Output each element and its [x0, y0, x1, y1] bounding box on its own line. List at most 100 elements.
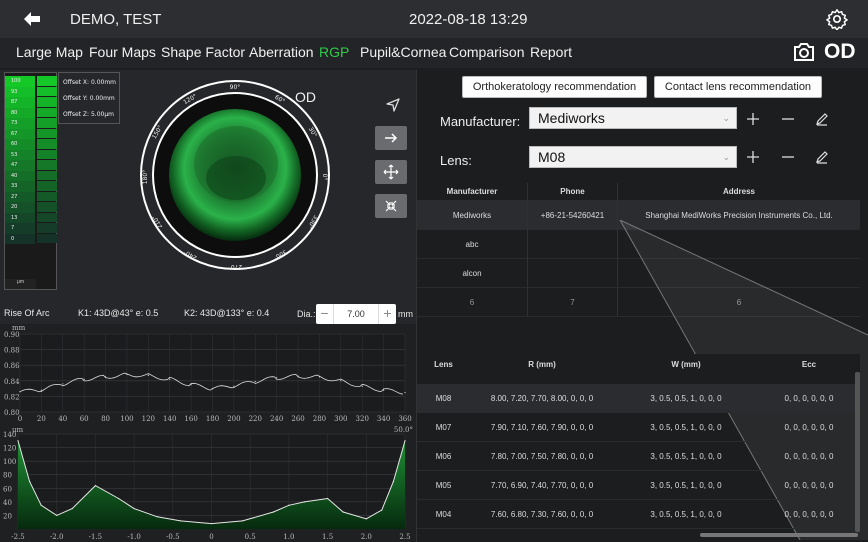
navigate-icon[interactable]	[385, 97, 401, 113]
column-header: Manufacturer	[417, 183, 528, 201]
x-tick-label: 320	[356, 415, 369, 423]
diameter-value[interactable]: 7.00	[336, 309, 376, 319]
camera-icon[interactable]	[792, 41, 816, 63]
add-manufacturer-icon[interactable]	[745, 111, 761, 127]
tab-rgp[interactable]: RGP	[319, 44, 349, 60]
add-lens-icon[interactable]	[745, 149, 761, 165]
scale-swatch	[37, 233, 57, 243]
manufacturer-select[interactable]: Mediworks ⌄	[529, 107, 737, 129]
edit-manufacturer-icon[interactable]	[814, 111, 830, 127]
data-point	[83, 378, 85, 380]
table-row[interactable]: M04 7.60, 6.80, 7.30, 7.60, 0, 0, 0 3, 0.5…	[417, 500, 860, 529]
back-arrow-icon[interactable]	[22, 9, 42, 29]
scale-swatch	[37, 149, 57, 159]
column-header: Address	[722, 187, 755, 196]
table-row[interactable]: M08 8.00, 7.20, 7.70, 8.00, 0, 0, 0 3, 0.5…	[417, 384, 860, 413]
table-cell: 0, 0, 0, 0, 0, 0	[784, 510, 834, 519]
increase-button[interactable]: +	[378, 304, 396, 324]
data-point	[210, 522, 213, 525]
tab-aberration[interactable]: Aberration	[249, 44, 314, 60]
move-button[interactable]	[375, 160, 407, 184]
diameter-stepper[interactable]: − 7.00 +	[316, 304, 396, 324]
table-cell: Mediworks	[417, 201, 528, 230]
table-cell: 7.80, 7.00, 7.50, 7.80, 0, 0, 0	[490, 452, 594, 461]
fluorescein-map[interactable]: 90°60°30°0°330°300°270°240°210°180°150°1…	[138, 78, 333, 273]
tab-pupil-cornea[interactable]: Pupil&Cornea	[360, 44, 446, 60]
scale-swatch	[37, 128, 57, 138]
data-point	[40, 389, 42, 391]
data-point	[118, 497, 120, 500]
data-point	[342, 511, 344, 513]
ortho-recommendation-button[interactable]: Orthokeratology recommendation	[462, 76, 647, 98]
tab-shape-factor[interactable]: Shape Factor	[161, 44, 245, 60]
scale-swatch	[37, 191, 57, 201]
tab-report[interactable]: Report	[530, 44, 572, 60]
exam-datetime: 2022-08-18 13:29	[409, 11, 528, 28]
data-point	[62, 383, 64, 385]
data-point	[365, 518, 367, 520]
data-point	[392, 480, 394, 483]
table-cell: 3, 0.5, 0.5, 1, 0, 0, 0	[650, 452, 722, 461]
x-tick-label: -2.5	[11, 533, 25, 541]
scale-swatch	[37, 97, 57, 107]
x-tick-label: 340	[377, 415, 390, 423]
table-cell: M05	[435, 481, 452, 490]
profile-charts: 0.900.880.860.840.820.800 20 40 60 80 100 120 1…	[0, 324, 416, 542]
x-tick-label: 0.5	[245, 533, 256, 541]
scale-swatch	[37, 160, 57, 170]
table-row[interactable]: M06 7.80, 7.00, 7.50, 7.80, 0, 0, 0 3, 0.5…	[417, 442, 860, 471]
table-cell: 7.70, 6.90, 7.40, 7.70, 0, 0, 0	[490, 481, 594, 490]
column-header: Lens	[434, 360, 453, 369]
scale-value: 33	[5, 181, 35, 192]
horizontal-scrollbar[interactable]	[700, 533, 858, 537]
data-point	[211, 388, 214, 390]
lens-label: Lens:	[440, 153, 472, 168]
table-row[interactable]: M05 7.70, 6.90, 7.40, 7.70, 0, 0, 0 3, 0.5…	[417, 471, 860, 500]
remove-lens-icon[interactable]	[780, 149, 796, 165]
x-tick-label: 200	[227, 415, 240, 423]
x-tick-label: -0.5	[166, 533, 180, 541]
arrow-right-button[interactable]	[375, 126, 407, 150]
data-point	[272, 511, 275, 513]
scale-swatch	[37, 76, 57, 86]
contact-lens-recommendation-button[interactable]: Contact lens recommendation	[654, 76, 822, 98]
data-point	[254, 380, 256, 383]
y-tick-label: 0.84	[4, 378, 20, 386]
column-header: Ecc	[801, 360, 817, 369]
scale-swatch	[37, 118, 57, 128]
tab-comparison[interactable]: Comparison	[449, 44, 524, 60]
scale-value: 73	[5, 118, 35, 129]
edit-lens-icon[interactable]	[814, 149, 830, 165]
scale-value: 13	[5, 212, 35, 223]
y-tick-label: 60	[3, 485, 12, 493]
data-point	[71, 508, 73, 510]
shrink-button[interactable]	[375, 194, 407, 218]
x-tick-label: 120	[142, 415, 155, 423]
table-cell: 6	[417, 288, 528, 317]
y-axis-unit: μm	[12, 426, 24, 434]
x-tick-label: 160	[184, 415, 197, 423]
remove-manufacturer-icon[interactable]	[780, 111, 796, 127]
offset-y: Offset Y: 0.00mm	[63, 95, 115, 102]
tab-large-map[interactable]: Large Map	[16, 44, 83, 60]
data-point	[17, 440, 19, 442]
data-point	[233, 385, 235, 387]
x-tick-label: -1.0	[127, 533, 141, 541]
gear-icon[interactable]	[826, 8, 848, 30]
scale-unit: μm	[5, 279, 36, 289]
move-icon	[383, 164, 399, 180]
table-row[interactable]: M07 7.90, 7.10, 7.60, 7.90, 0, 0, 0 3, 0.5…	[417, 413, 860, 442]
x-tick-label: 80	[101, 415, 110, 423]
lens-select[interactable]: M08 ⌄	[529, 146, 737, 168]
data-point	[383, 389, 385, 391]
scale-value: 80	[5, 107, 35, 118]
x-tick-label: 2.0	[361, 533, 372, 541]
scale-value: 60	[5, 139, 35, 150]
eye-indicator: OD	[824, 40, 856, 63]
patient-name: DEMO, TEST	[70, 11, 162, 28]
y-tick-label: 20	[3, 512, 12, 520]
x-tick-label: 0	[18, 415, 22, 423]
decrease-button[interactable]: −	[316, 304, 334, 324]
tab-four-maps[interactable]: Four Maps	[89, 44, 156, 60]
vertical-scrollbar[interactable]	[855, 372, 860, 532]
